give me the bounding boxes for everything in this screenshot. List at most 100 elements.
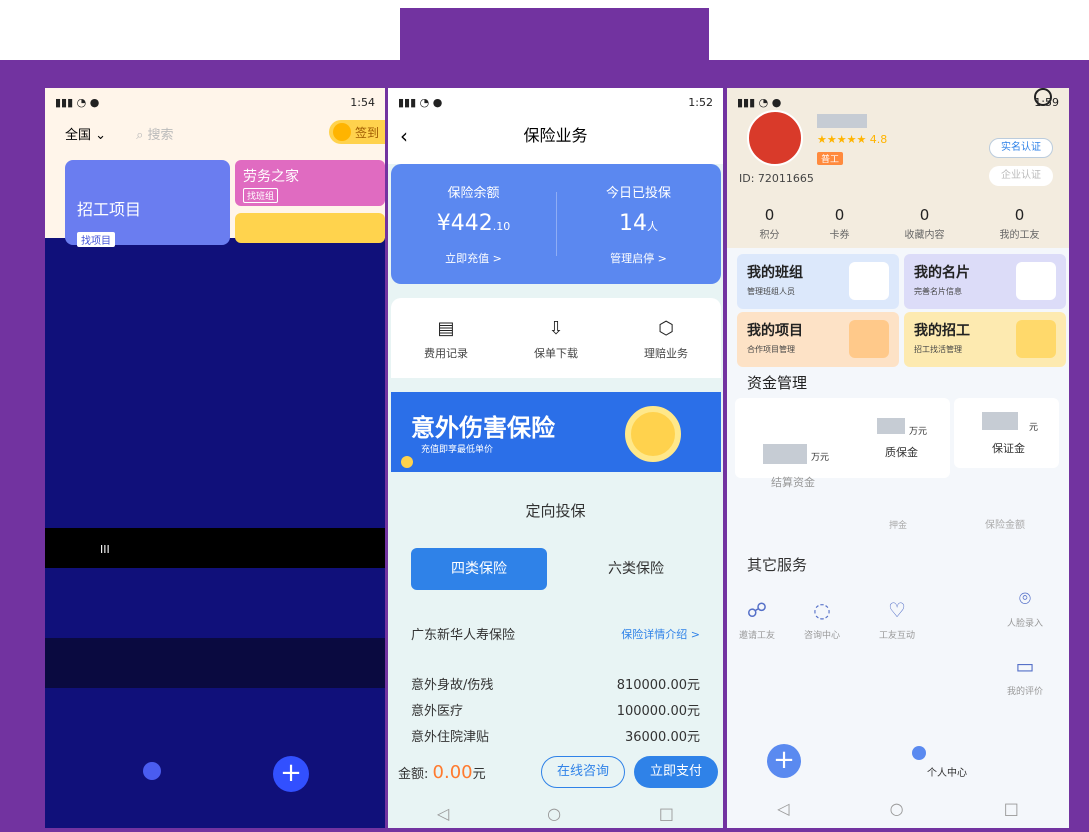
tile-my-team[interactable]: 我的班组 管理班组人员 bbox=[737, 254, 899, 309]
stat-favorites[interactable]: 0 收藏内容 bbox=[882, 206, 967, 241]
screen-insurance: ▮▮▮ ◔ ● 1:52 ‹ 保险业务 保险余额 ¥442.10 立即充值 > … bbox=[388, 88, 723, 828]
service-invite[interactable]: ☍ 邀请工友 bbox=[727, 598, 787, 641]
folder-icon bbox=[849, 320, 889, 358]
accident-insurance-banner[interactable]: 意外伤害保险 充值即享最低单价 bbox=[391, 392, 721, 472]
signal-icon: ▮▮▮ ◔ ● bbox=[55, 95, 100, 109]
glitch-band bbox=[45, 638, 385, 688]
menu-policy-download[interactable]: ⇩ 保单下载 bbox=[501, 318, 611, 361]
consult-button[interactable]: 在线咨询 bbox=[541, 756, 625, 788]
menu-fee-records[interactable]: ▤ 费用记录 bbox=[391, 318, 501, 361]
stat-workmates[interactable]: 0 我的工友 bbox=[977, 206, 1062, 241]
profile-tab-label[interactable]: 个人中心 bbox=[927, 764, 967, 779]
settlement-label: 结算资金 bbox=[771, 476, 815, 489]
manage-link[interactable]: 管理启停 > bbox=[556, 250, 721, 266]
home-nav-icon[interactable]: ○ bbox=[890, 799, 904, 818]
tile-my-project[interactable]: 我的项目 合作项目管理 bbox=[737, 312, 899, 367]
menu-claims[interactable]: ⬡ 理赔业务 bbox=[611, 318, 721, 361]
glitch-text: III bbox=[100, 543, 137, 556]
tab-four-class[interactable]: 四类保险 bbox=[411, 548, 547, 590]
detail-link[interactable]: 保险详情介绍 > bbox=[621, 626, 700, 642]
enterprise-auth-button[interactable]: 企业认证 bbox=[989, 166, 1053, 186]
search-input[interactable]: ⌕ 搜索 bbox=[136, 124, 173, 143]
screen-profile: ▮▮▮ ◔ ● 1:59 ★★★★★ 4.8 普工 实名认证 企业认证 ID: … bbox=[727, 88, 1069, 828]
screen-home: ▮▮▮ ◔ ● 1:54 全国 ⌄ ⌕ 搜索 签到 招工项目 找项目 劳务之家 … bbox=[45, 88, 385, 828]
balance-value: ¥442 bbox=[436, 211, 493, 236]
quality-deposit-label: 质保金 bbox=[885, 446, 918, 459]
shield-icon: ⬡ bbox=[658, 318, 674, 339]
download-icon: ⇩ bbox=[548, 318, 564, 339]
nav-bar: ‹ 保险业务 bbox=[388, 116, 723, 156]
glitch-band bbox=[45, 528, 385, 568]
signal-icon: ▮▮▮ ◔ ● bbox=[737, 95, 782, 109]
banner-subtitle: 充值即享最低单价 bbox=[421, 445, 494, 455]
signal-icon: ▮▮▮ ◔ ● bbox=[398, 95, 443, 109]
home-tab-icon[interactable] bbox=[143, 762, 161, 780]
tile-my-recruit[interactable]: 我的招工 招工找活管理 bbox=[904, 312, 1066, 367]
avatar[interactable] bbox=[747, 110, 803, 166]
blurred-name bbox=[817, 114, 867, 128]
today-value: 14 bbox=[619, 211, 647, 236]
region-selector[interactable]: 全国 ⌄ bbox=[65, 124, 106, 143]
frame-top-tab bbox=[400, 8, 709, 68]
fund-management-title: 资金管理 bbox=[747, 374, 808, 392]
balance-label: 保险余额 bbox=[447, 186, 500, 201]
camera-icon bbox=[1034, 88, 1052, 106]
find-project-button[interactable]: 找项目 bbox=[77, 232, 115, 247]
back-nav-icon[interactable]: ◁ bbox=[777, 799, 789, 818]
labor-home-card[interactable]: 劳务之家 找班组 bbox=[235, 160, 385, 206]
profile-tab-icon[interactable] bbox=[912, 746, 926, 760]
company-name: 广东新华人寿保险 bbox=[411, 628, 516, 643]
status-bar: ▮▮▮ ◔ ● 1:52 bbox=[388, 88, 723, 116]
user-id: ID: 72011665 bbox=[739, 172, 814, 185]
blurred-value bbox=[877, 418, 905, 434]
rating: ★★★★★ 4.8 bbox=[817, 133, 888, 146]
promo-card[interactable] bbox=[235, 213, 385, 243]
service-review[interactable]: ▭ 我的评价 bbox=[995, 654, 1055, 697]
recharge-link[interactable]: 立即充值 > bbox=[391, 250, 556, 266]
balance-card: 保险余额 ¥442.10 立即充值 > 今日已投保 14人 管理启停 > bbox=[391, 164, 721, 284]
coin-icon bbox=[401, 456, 413, 468]
role-badge: 普工 bbox=[817, 152, 844, 165]
find-team-button[interactable]: 找班组 bbox=[243, 188, 279, 203]
amount-display: 金额: 0.00元 bbox=[398, 762, 486, 783]
face-scan-icon: ⌾ bbox=[1019, 586, 1031, 610]
search-icon: ⌕ bbox=[136, 127, 144, 143]
status-time: 1:52 bbox=[688, 95, 713, 109]
home-nav-icon[interactable]: ○ bbox=[547, 804, 561, 823]
service-consult[interactable]: ◌ 咨询中心 bbox=[792, 598, 852, 641]
person-icon bbox=[1016, 262, 1056, 300]
coverage-row: 意外医疗 100000.00元 bbox=[411, 704, 700, 719]
today-label: 今日已投保 bbox=[605, 186, 671, 201]
coverage-row: 意外身故/伤残 810000.00元 bbox=[411, 678, 700, 693]
tab-six-class[interactable]: 六类保险 bbox=[568, 548, 704, 590]
system-nav: ◁ ○ □ bbox=[727, 788, 1069, 828]
pay-button[interactable]: 立即支付 bbox=[634, 756, 718, 788]
recents-nav-icon[interactable]: □ bbox=[659, 804, 674, 823]
tile-my-card[interactable]: 我的名片 完善名片信息 bbox=[904, 254, 1066, 309]
shield-icon bbox=[625, 406, 681, 462]
card-title: 劳务之家 bbox=[243, 169, 299, 185]
fund-card[interactable] bbox=[954, 398, 1059, 468]
fund-card[interactable] bbox=[735, 398, 950, 478]
recents-nav-icon[interactable]: □ bbox=[1004, 799, 1019, 818]
insurance-amount-label: 保险金额 bbox=[985, 520, 1025, 531]
chevron-down-icon: ⌄ bbox=[95, 127, 107, 143]
clipboard-icon bbox=[1016, 320, 1056, 358]
page-title: 保险业务 bbox=[523, 126, 588, 145]
back-icon[interactable]: ‹ bbox=[400, 116, 408, 156]
service-face[interactable]: ⌾ 人脸录入 bbox=[995, 586, 1055, 629]
security-deposit-label: 保证金 bbox=[992, 442, 1025, 455]
add-button[interactable]: + bbox=[767, 744, 801, 778]
comment-icon: ▭ bbox=[1015, 654, 1035, 678]
status-time: 1:54 bbox=[350, 95, 375, 109]
checkin-button[interactable]: 签到 bbox=[328, 120, 385, 144]
back-nav-icon[interactable]: ◁ bbox=[437, 804, 449, 823]
section-title: 定向投保 bbox=[525, 502, 586, 520]
stat-coupons[interactable]: 0 卡券 bbox=[797, 206, 882, 241]
service-interact[interactable]: ♡ 工友互动 bbox=[867, 598, 927, 641]
system-nav: ◁ ○ □ bbox=[388, 798, 723, 828]
recruit-project-card[interactable]: 招工项目 找项目 bbox=[65, 160, 230, 247]
coin-icon bbox=[332, 123, 351, 141]
add-button[interactable]: + bbox=[273, 756, 309, 792]
real-name-auth-button[interactable]: 实名认证 bbox=[989, 138, 1053, 158]
